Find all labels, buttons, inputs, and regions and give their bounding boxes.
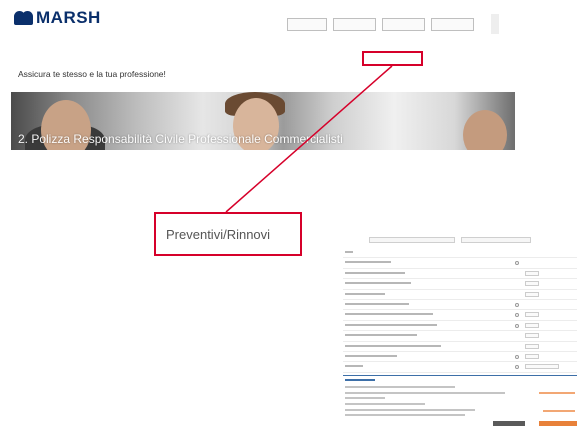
- form-row: [343, 342, 577, 352]
- form-row-label: [345, 261, 391, 264]
- form-field[interactable]: [525, 270, 539, 276]
- form-note-line: [345, 386, 455, 388]
- form-row-label: [345, 365, 363, 368]
- callout-label: Preventivi/Rinnovi: [166, 226, 271, 242]
- form-row: [343, 362, 577, 373]
- form-radio[interactable]: [515, 302, 519, 307]
- form-field[interactable]: [525, 322, 539, 328]
- form-row: [343, 321, 577, 332]
- quote-form-preview: [343, 232, 577, 426]
- form-note-line: [345, 392, 505, 394]
- form-row-label: [345, 302, 409, 305]
- form-note-line: [345, 403, 425, 405]
- form-radio[interactable]: [515, 365, 519, 370]
- form-note-line: [345, 414, 465, 416]
- form-row-label: [345, 251, 353, 253]
- form-tab-1[interactable]: [369, 237, 455, 243]
- form-row-label: [345, 313, 433, 316]
- form-next-button[interactable]: [539, 421, 577, 426]
- form-row-label: [345, 344, 441, 347]
- form-row-label: [345, 271, 405, 274]
- form-note-line: [345, 409, 475, 411]
- form-section-heading: [345, 379, 375, 381]
- form-radio[interactable]: [515, 313, 519, 318]
- form-field[interactable]: [525, 312, 539, 318]
- form-note-accent: [543, 410, 575, 412]
- form-field[interactable]: [525, 364, 559, 370]
- form-row: [343, 300, 577, 311]
- form-field[interactable]: [525, 291, 539, 297]
- form-row-label: [345, 334, 417, 337]
- form-row-label: [345, 282, 411, 285]
- form-row: [343, 258, 577, 269]
- form-row: [343, 248, 577, 259]
- form-radio[interactable]: [515, 354, 519, 359]
- form-row: [343, 290, 577, 300]
- form-divider: [343, 375, 577, 376]
- form-row: [343, 279, 577, 290]
- form-row: [343, 269, 577, 280]
- form-row: [343, 310, 577, 321]
- form-note-accent: [539, 392, 575, 394]
- form-row-label: [345, 292, 385, 295]
- form-row-label: [345, 323, 437, 326]
- form-field[interactable]: [525, 333, 539, 339]
- form-field[interactable]: [525, 353, 539, 359]
- form-tab-2[interactable]: [461, 237, 531, 243]
- form-row: [343, 331, 577, 342]
- form-note-line: [345, 397, 385, 399]
- form-radio[interactable]: [515, 261, 519, 266]
- form-row: [343, 352, 577, 363]
- form-radio[interactable]: [515, 323, 519, 328]
- form-tabs: [369, 237, 531, 243]
- form-row-label: [345, 354, 397, 357]
- form-field[interactable]: [525, 343, 539, 349]
- form-field[interactable]: [525, 281, 539, 287]
- callout-line: [225, 65, 393, 213]
- form-back-button[interactable]: [493, 421, 525, 426]
- callout-box: Preventivi/Rinnovi: [154, 212, 302, 256]
- form-rows: [343, 248, 577, 373]
